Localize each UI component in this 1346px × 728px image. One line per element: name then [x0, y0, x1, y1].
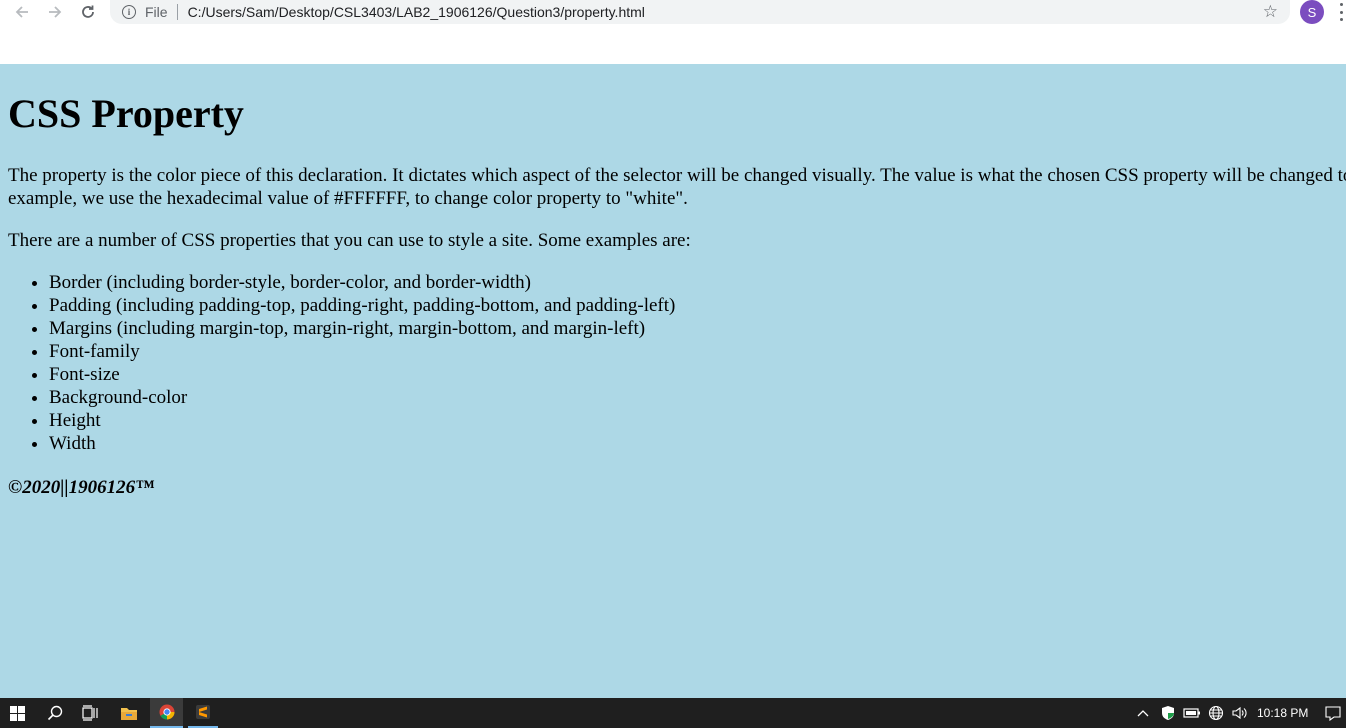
forward-button[interactable]: [40, 0, 70, 24]
list-item: Font-size: [49, 363, 1346, 386]
chrome-icon: [159, 704, 174, 720]
omnibox-divider: [176, 4, 178, 20]
browser-toolbar: i File C:/Users/Sam/Desktop/CSL3403/LAB2…: [0, 0, 1346, 64]
arrow-right-icon: [49, 6, 62, 18]
back-button[interactable]: [7, 0, 37, 24]
taskbar-app-file-explorer[interactable]: [114, 698, 144, 728]
list-item: Width: [49, 432, 1346, 455]
task-view-icon: [82, 705, 98, 721]
task-view-button[interactable]: [75, 698, 105, 728]
reload-button[interactable]: [73, 0, 103, 24]
url-text[interactable]: C:/Users/Sam/Desktop/CSL3403/LAB2_190612…: [188, 4, 645, 20]
page-content: CSS Property The property is the color p…: [8, 64, 1346, 499]
address-bar[interactable]: i File C:/Users/Sam/Desktop/CSL3403/LAB2…: [110, 0, 1290, 24]
search-icon: [47, 705, 63, 721]
list-item: Font-family: [49, 340, 1346, 363]
list-item: Height: [49, 409, 1346, 432]
taskbar-app-sublime[interactable]: [188, 698, 218, 728]
network-globe-icon[interactable]: [1207, 698, 1225, 728]
chevron-up-icon[interactable]: [1135, 698, 1151, 728]
taskbar: 10:18 PM: [0, 698, 1346, 728]
page-viewport: CSS Property The property is the color p…: [0, 64, 1346, 698]
page-heading: CSS Property: [8, 91, 244, 136]
copyright-footer: ©2020||1906126™: [8, 477, 155, 498]
security-shield-icon[interactable]: [1159, 698, 1177, 728]
taskbar-app-chrome[interactable]: [150, 698, 183, 728]
start-button[interactable]: [0, 698, 34, 728]
file-explorer-icon: [121, 708, 137, 720]
property-list: Border (including border-style, border-c…: [8, 271, 1346, 455]
list-item: Margins (including margin-top, margin-ri…: [49, 317, 1346, 340]
battery-icon[interactable]: [1182, 698, 1202, 728]
info-icon[interactable]: i: [122, 5, 136, 19]
profile-avatar[interactable]: S: [1300, 0, 1324, 24]
notification-icon[interactable]: [1320, 698, 1346, 728]
clock[interactable]: 10:18 PM: [1257, 698, 1308, 728]
reload-icon: [82, 5, 94, 18]
examples-intro: There are a number of CSS properties tha…: [8, 230, 691, 251]
list-item: Border (including border-style, border-c…: [49, 271, 1346, 294]
search-button[interactable]: [40, 698, 70, 728]
scheme-label: File: [145, 4, 168, 20]
arrow-left-icon: [15, 6, 28, 18]
property-paragraph: The property is the color piece of this …: [8, 165, 1346, 209]
list-item: Padding (including padding-top, padding-…: [49, 294, 1346, 317]
sublime-text-icon: [196, 705, 210, 719]
browser-menu-icon[interactable]: [1336, 3, 1346, 21]
volume-icon[interactable]: [1230, 698, 1250, 728]
list-item: Background-color: [49, 386, 1346, 409]
windows-logo-icon: [9, 705, 25, 721]
star-icon[interactable]: ☆: [1263, 2, 1278, 22]
